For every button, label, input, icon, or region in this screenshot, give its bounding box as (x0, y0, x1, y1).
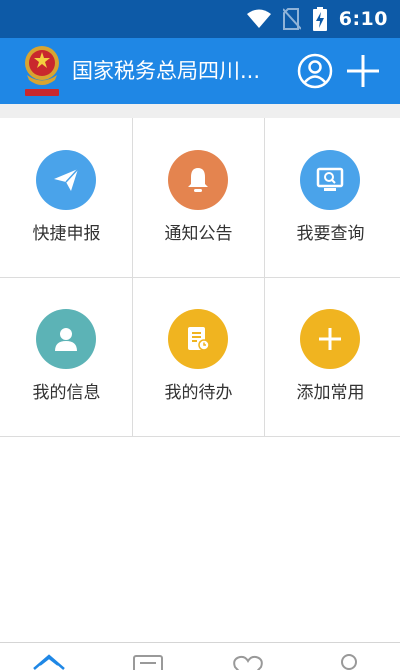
tile-label: 我的信息 (32, 383, 101, 403)
tile-label: 我要查询 (296, 224, 365, 244)
app-bar: 国家税务总局四川... (0, 38, 400, 104)
app-title: 国家税务总局四川... (72, 59, 261, 83)
tile-my-todo[interactable]: 我的待办 (132, 277, 265, 436)
person-icon (36, 309, 96, 369)
paper-plane-icon (36, 150, 96, 210)
tile-label: 快捷申报 (32, 224, 101, 244)
status-time: 6:10 (338, 8, 388, 30)
monitor-search-icon (300, 150, 360, 210)
user-profile-button[interactable] (297, 53, 333, 89)
tile-quick-declare[interactable]: 快捷申报 (0, 118, 133, 277)
list-icon[interactable] (131, 653, 165, 670)
tile-label: 通知公告 (164, 224, 233, 244)
home-icon[interactable] (32, 653, 66, 670)
tile-label: 添加常用 (296, 383, 365, 403)
tile-add-favorite[interactable]: 添加常用 (264, 277, 397, 436)
tile-query[interactable]: 我要查询 (264, 118, 397, 277)
bell-icon (168, 150, 228, 210)
user-icon[interactable] (332, 653, 366, 670)
status-icons: 6:10 (246, 0, 388, 38)
tax-emblem-logo (25, 46, 59, 96)
wifi-icon (246, 9, 271, 28)
no-sim-icon (282, 8, 301, 30)
bottom-navigation (0, 642, 400, 670)
plus-icon (300, 309, 360, 369)
add-button[interactable] (345, 53, 381, 89)
header-spacer (0, 104, 400, 118)
status-bar: 6:10 (0, 0, 400, 38)
heart-icon[interactable] (231, 653, 265, 670)
battery-charging-icon (312, 7, 327, 31)
tile-my-info[interactable]: 我的信息 (0, 277, 133, 436)
document-clock-icon (168, 309, 228, 369)
tile-label: 我的待办 (164, 383, 233, 403)
tile-notices[interactable]: 通知公告 (132, 118, 265, 277)
